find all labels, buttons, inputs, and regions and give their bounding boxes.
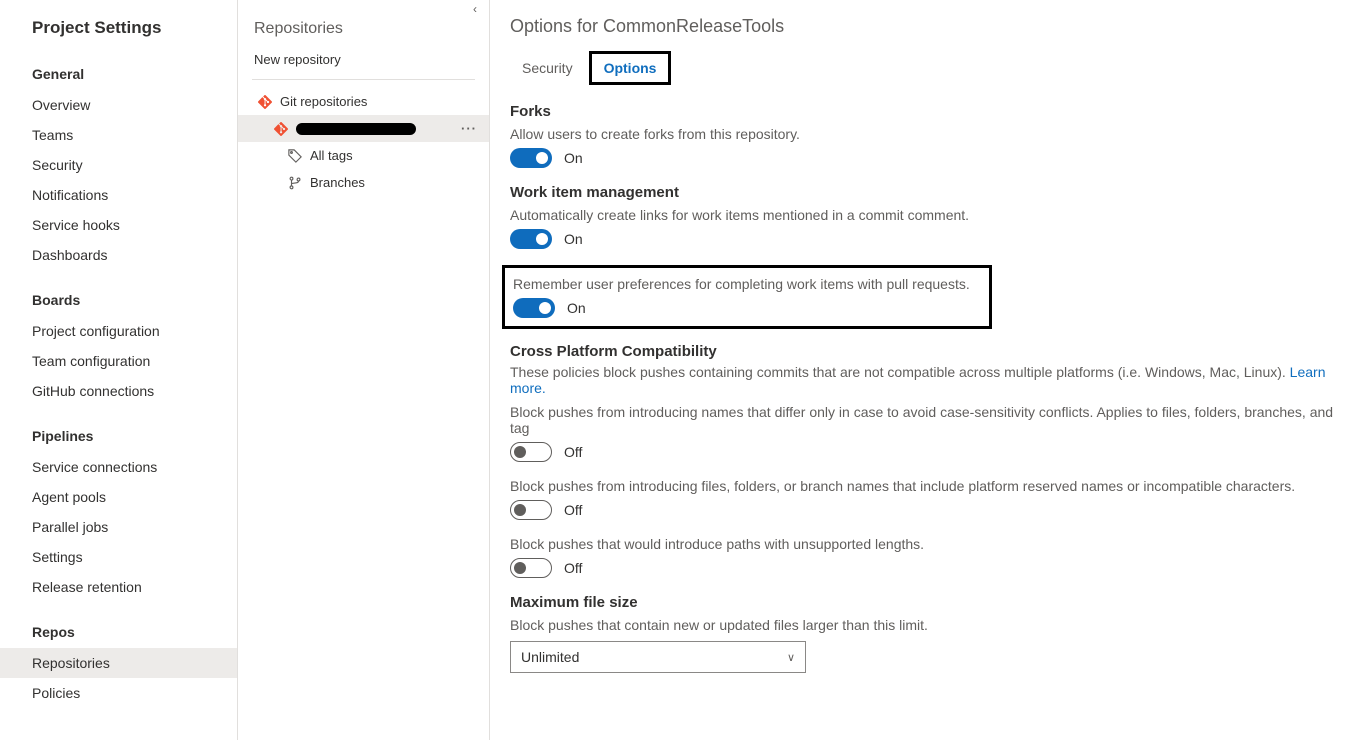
branches-item[interactable]: Branches xyxy=(238,169,489,196)
repo-item-selected[interactable]: ··· xyxy=(238,115,489,142)
cross-platform-heading: Cross Platform Compatibility xyxy=(510,343,1348,360)
reserved-names-state: Off xyxy=(564,502,582,518)
max-file-size-select[interactable]: Unlimited ∨ xyxy=(510,641,806,673)
case-sensitivity-state: Off xyxy=(564,444,582,460)
auto-link-toggle[interactable] xyxy=(510,229,552,249)
chevron-down-icon: ∨ xyxy=(787,651,795,664)
path-length-toggle[interactable] xyxy=(510,558,552,578)
project-settings-sidebar: Project Settings GeneralOverviewTeamsSec… xyxy=(0,0,238,740)
tag-icon xyxy=(288,149,302,163)
max-file-size-value: Unlimited xyxy=(521,649,579,665)
nav-item-service-connections[interactable]: Service connections xyxy=(0,452,237,482)
cross-platform-section: Cross Platform Compatibility These polic… xyxy=(510,343,1348,578)
repo-name-redacted xyxy=(296,123,416,135)
git-icon xyxy=(274,122,288,136)
nav-item-project-configuration[interactable]: Project configuration xyxy=(0,316,237,346)
auto-link-desc: Automatically create links for work item… xyxy=(510,207,1348,223)
sidebar-title: Project Settings xyxy=(0,18,237,56)
reserved-names-toggle[interactable] xyxy=(510,500,552,520)
nav-heading: General xyxy=(0,56,237,90)
remember-pref-state: On xyxy=(567,300,586,316)
nav-item-agent-pools[interactable]: Agent pools xyxy=(0,482,237,512)
nav-item-service-hooks[interactable]: Service hooks xyxy=(0,210,237,240)
forks-heading: Forks xyxy=(510,103,1348,120)
work-item-section: Work item management Automatically creat… xyxy=(510,184,1348,329)
tab-security[interactable]: Security xyxy=(510,54,585,82)
remember-pref-highlight: Remember user preferences for completing… xyxy=(502,265,992,329)
divider xyxy=(252,79,475,80)
forks-toggle-state: On xyxy=(564,150,583,166)
path-length-desc: Block pushes that would introduce paths … xyxy=(510,536,1348,552)
tabs: Security Options xyxy=(510,51,1348,85)
nav-item-settings[interactable]: Settings xyxy=(0,542,237,572)
repositories-panel: ‹ Repositories New repository Git reposi… xyxy=(238,0,490,740)
all-tags-item[interactable]: All tags xyxy=(238,142,489,169)
all-tags-label: All tags xyxy=(310,148,353,163)
new-repository-link[interactable]: New repository xyxy=(238,52,489,79)
nav-item-security[interactable]: Security xyxy=(0,150,237,180)
tab-options[interactable]: Options xyxy=(589,51,672,85)
nav-item-notifications[interactable]: Notifications xyxy=(0,180,237,210)
nav-heading: Boards xyxy=(0,282,237,316)
nav-item-teams[interactable]: Teams xyxy=(0,120,237,150)
nav-item-parallel-jobs[interactable]: Parallel jobs xyxy=(0,512,237,542)
branch-icon xyxy=(288,176,302,190)
branches-label: Branches xyxy=(310,175,365,190)
max-file-size-heading: Maximum file size xyxy=(510,594,1348,611)
more-actions-icon[interactable]: ··· xyxy=(461,121,477,136)
max-file-size-desc: Block pushes that contain new or updated… xyxy=(510,617,1348,633)
forks-toggle[interactable] xyxy=(510,148,552,168)
options-content: Options for CommonReleaseTools Security … xyxy=(490,0,1348,740)
git-repositories-root[interactable]: Git repositories xyxy=(238,88,489,115)
case-sensitivity-desc: Block pushes from introducing names that… xyxy=(510,404,1348,436)
nav-item-release-retention[interactable]: Release retention xyxy=(0,572,237,602)
nav-item-github-connections[interactable]: GitHub connections xyxy=(0,376,237,406)
remember-pref-toggle[interactable] xyxy=(513,298,555,318)
forks-section: Forks Allow users to create forks from t… xyxy=(510,103,1348,168)
reserved-names-desc: Block pushes from introducing files, fol… xyxy=(510,478,1348,494)
page-title: Options for CommonReleaseTools xyxy=(510,16,1348,37)
remember-pref-desc: Remember user preferences for completing… xyxy=(513,276,981,292)
forks-desc: Allow users to create forks from this re… xyxy=(510,126,1348,142)
cross-platform-desc: These policies block pushes containing c… xyxy=(510,364,1348,396)
nav-item-team-configuration[interactable]: Team configuration xyxy=(0,346,237,376)
work-item-heading: Work item management xyxy=(510,184,1348,201)
nav-item-policies[interactable]: Policies xyxy=(0,678,237,708)
auto-link-state: On xyxy=(564,231,583,247)
case-sensitivity-toggle[interactable] xyxy=(510,442,552,462)
git-icon xyxy=(258,95,272,109)
max-file-size-section: Maximum file size Block pushes that cont… xyxy=(510,594,1348,673)
nav-heading: Repos xyxy=(0,614,237,648)
nav-item-repositories[interactable]: Repositories xyxy=(0,648,237,678)
nav-heading: Pipelines xyxy=(0,418,237,452)
repositories-panel-title: Repositories xyxy=(238,20,489,52)
nav-item-dashboards[interactable]: Dashboards xyxy=(0,240,237,270)
nav-item-overview[interactable]: Overview xyxy=(0,90,237,120)
path-length-state: Off xyxy=(564,560,582,576)
git-repositories-label: Git repositories xyxy=(280,94,367,109)
collapse-panel-icon[interactable]: ‹ xyxy=(467,2,483,18)
